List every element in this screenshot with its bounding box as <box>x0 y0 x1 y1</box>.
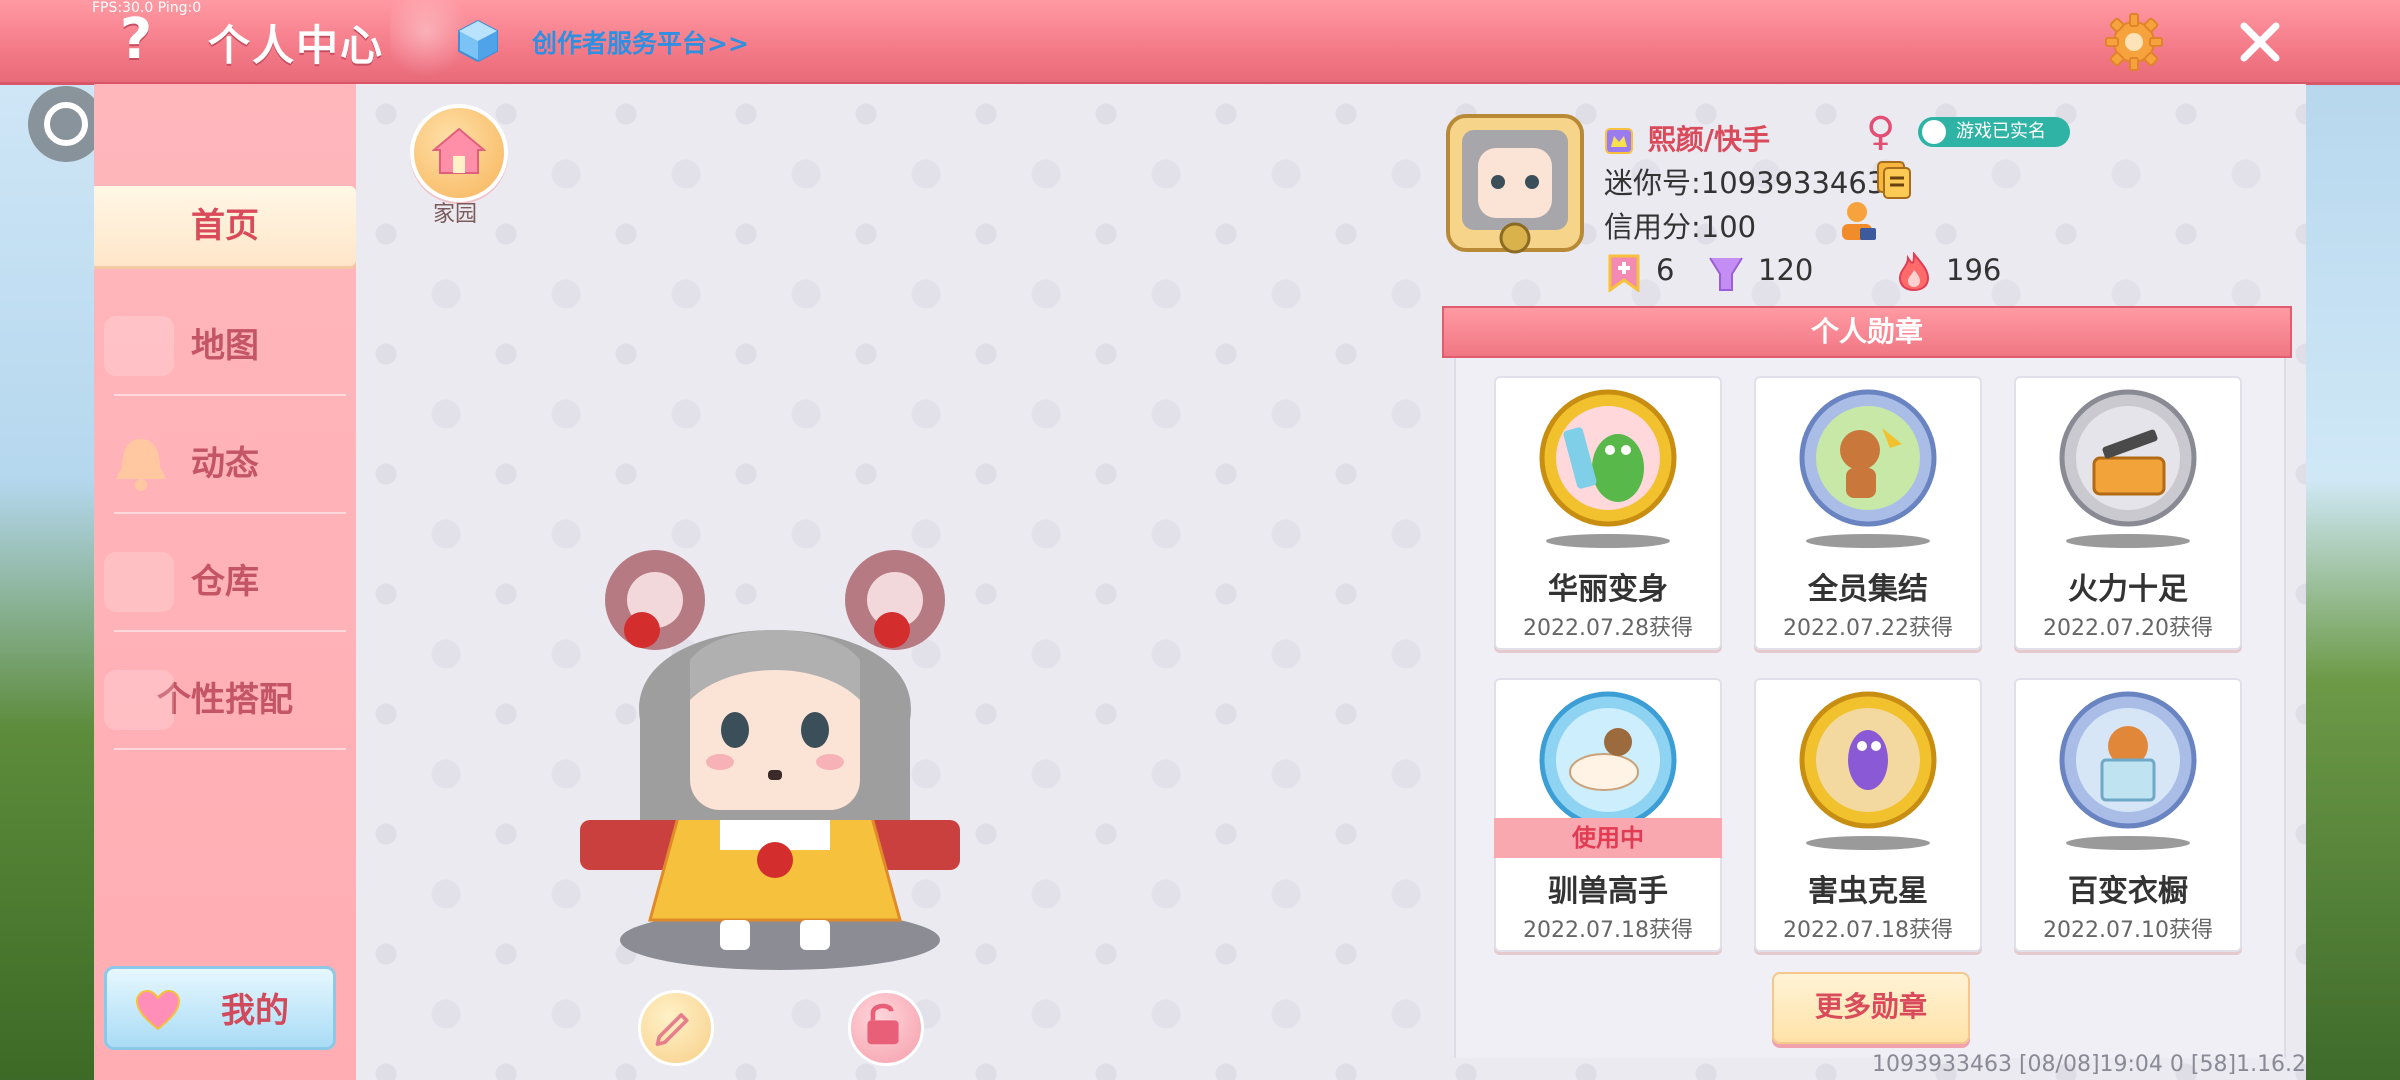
heat-value: 196 <box>1946 253 2002 287</box>
medal-name: 驯兽高手 <box>1548 874 1668 909</box>
sidebar-item-label: 首页 <box>191 206 259 246</box>
page-title: 个人中心 <box>208 21 385 70</box>
bookmark-icon <box>1608 254 1640 292</box>
firepower-medal-icon <box>2059 389 2197 527</box>
floating-assist-button[interactable] <box>28 86 104 162</box>
house-icon <box>432 127 486 174</box>
my-button-label: 我的 <box>221 991 289 1031</box>
likes-stat: 120 <box>1706 248 1813 292</box>
tamer-medal-icon <box>1539 691 1677 829</box>
medal-date: 2022.07.22获得 <box>1783 616 1953 641</box>
profile-avatar-frame[interactable] <box>1440 108 1590 258</box>
cheer-icon <box>1709 257 1743 291</box>
cube-icon[interactable] <box>455 18 501 64</box>
outfit-icon <box>104 670 174 730</box>
sidebar-item-label: 地图 <box>191 326 259 366</box>
sidebar-item-label: 仓库 <box>191 562 259 602</box>
edit-button[interactable] <box>638 990 714 1066</box>
divider <box>114 512 346 514</box>
medal-shadow <box>2066 836 2190 850</box>
medal-date: 2022.07.18获得 <box>1783 918 1953 943</box>
realname-badge-label: 游戏已实名 <box>1956 121 2046 142</box>
pest-medal-icon <box>1799 691 1937 829</box>
medal-date: 2022.07.10获得 <box>2043 918 2213 943</box>
background-scenery-right <box>2305 80 2400 1080</box>
home-label: 家园 <box>432 202 477 227</box>
more-medals-button[interactable]: 更多勋章 <box>1772 972 1970 1044</box>
medals-header: 个人勋章 <box>1442 306 2292 358</box>
map-icon <box>104 316 174 376</box>
unlock-button[interactable] <box>848 990 924 1066</box>
footer-info: 1093933463 [08/08]19:04 0 [58]1.16.2 <box>1872 1052 2307 1077</box>
player-name: 熙颜/快手 <box>1647 123 1770 156</box>
sidebar: 首页 地图 动态 仓库 个性搭配 我的 <box>94 84 356 1080</box>
credit-score: 信用分:100 <box>1604 210 1757 244</box>
medal-name: 火力十足 <box>2068 572 2188 607</box>
gather-medal-icon <box>1799 389 1937 527</box>
in-use-badge: 使用中 <box>1494 818 1722 858</box>
mini-id: 迷你号:1093933463 <box>1604 166 1886 200</box>
player-avatar[interactable] <box>570 540 970 980</box>
sidebar-item-home[interactable]: 首页 <box>94 186 356 266</box>
divider <box>114 630 346 632</box>
vip-badge-icon <box>1605 128 1633 154</box>
heat-stat: 196 <box>1894 248 2001 292</box>
top-bar: FPS:30.0 Ping:0 ? 个人中心 创作者服务平台>> <box>0 0 2400 85</box>
medal-card[interactable]: 全员集结 2022.07.22获得 <box>1754 376 1982 650</box>
medal-shadow <box>2066 534 2190 548</box>
level-value: 6 <box>1656 253 1675 287</box>
divider <box>114 748 346 750</box>
pencil-icon <box>655 1013 689 1047</box>
medal-shadow <box>1546 534 1670 548</box>
sidebar-item-label: 个性搭配 <box>157 680 293 720</box>
medal-shadow <box>1806 836 1930 850</box>
creator-platform-link[interactable]: 创作者服务平台>> <box>532 24 749 60</box>
medal-name: 全员集结 <box>1808 572 1928 607</box>
medal-card[interactable]: 百变衣橱 2022.07.10获得 <box>2014 678 2242 952</box>
my-button[interactable]: 我的 <box>104 966 336 1050</box>
unlock-icon <box>867 1003 899 1045</box>
likes-value: 120 <box>1758 253 1814 287</box>
background-scenery-left <box>0 80 95 1080</box>
medal-name: 百变衣橱 <box>2068 874 2188 909</box>
sidebar-item-map[interactable]: 地图 <box>94 306 356 396</box>
sidebar-item-outfit[interactable]: 个性搭配 <box>94 660 356 750</box>
copy-icon[interactable] <box>1876 160 1912 200</box>
medal-card[interactable]: 华丽变身 2022.07.28获得 <box>1494 376 1722 650</box>
sidebar-item-warehouse[interactable]: 仓库 <box>94 542 356 632</box>
medal-date: 2022.07.18获得 <box>1523 918 1693 943</box>
user-check-icon <box>1922 120 1946 144</box>
medal-name: 害虫克星 <box>1808 874 1928 909</box>
user-card-icon[interactable] <box>1836 198 1878 242</box>
close-icon[interactable] <box>2230 12 2290 72</box>
dino-medal-icon <box>1539 389 1677 527</box>
gear-icon[interactable] <box>2104 12 2164 72</box>
medal-card[interactable]: 使用中 驯兽高手 2022.07.18获得 <box>1494 678 1722 952</box>
player-name-row: 熙颜/快手 <box>1604 118 1770 158</box>
divider <box>114 394 346 396</box>
wardrobe-medal-icon <box>2059 691 2197 829</box>
sidebar-item-feed[interactable]: 动态 <box>94 424 356 514</box>
medal-shadow <box>1806 534 1930 548</box>
realname-verified-badge: 游戏已实名 <box>1918 117 2070 147</box>
flame-icon <box>1898 252 1930 292</box>
medal-name: 华丽变身 <box>1548 572 1668 607</box>
warehouse-icon <box>104 552 174 612</box>
medal-date: 2022.07.20获得 <box>2043 616 2213 641</box>
bell-icon <box>116 439 166 491</box>
level-stat: 6 <box>1604 248 1674 292</box>
heart-icon <box>135 989 181 1031</box>
medal-card[interactable]: 火力十足 2022.07.20获得 <box>2014 376 2242 650</box>
female-icon: ♀ <box>1866 109 1896 155</box>
help-icon[interactable]: ? <box>112 10 160 70</box>
home-button[interactable] <box>410 104 508 202</box>
sidebar-item-label: 动态 <box>191 444 259 484</box>
medal-date: 2022.07.28获得 <box>1523 616 1693 641</box>
medal-card[interactable]: 害虫克星 2022.07.18获得 <box>1754 678 1982 952</box>
